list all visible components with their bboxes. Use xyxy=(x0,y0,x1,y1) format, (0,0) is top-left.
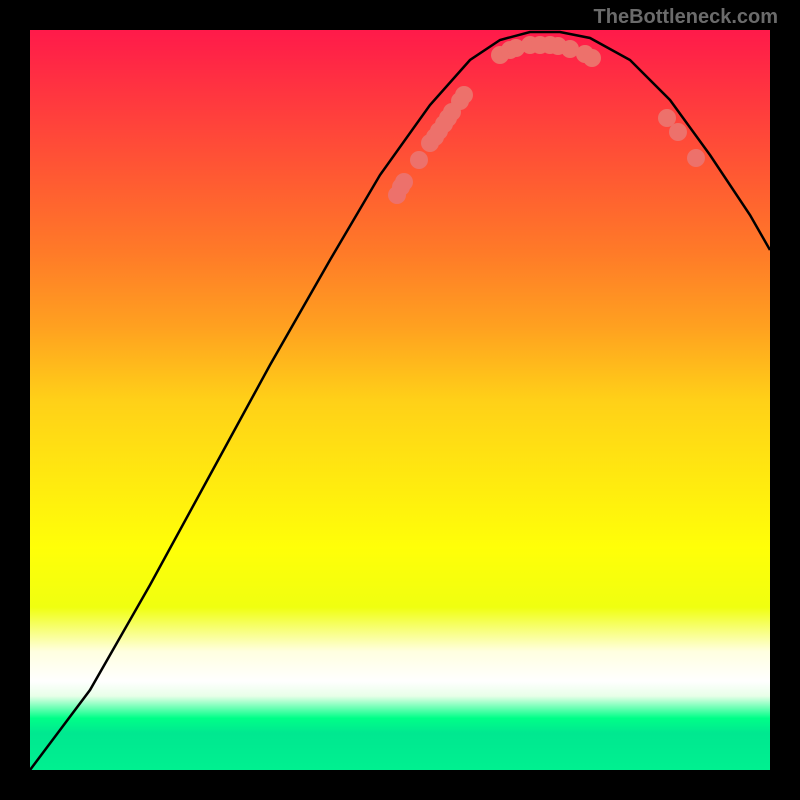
data-dot xyxy=(658,109,676,127)
data-dot xyxy=(455,86,473,104)
data-dot xyxy=(687,149,705,167)
chart-svg xyxy=(30,30,770,770)
data-dot xyxy=(410,151,428,169)
data-dot xyxy=(395,173,413,191)
data-dots-valley xyxy=(491,36,601,67)
bottleneck-curve xyxy=(30,32,770,770)
data-dot xyxy=(583,49,601,67)
plot-area xyxy=(30,30,770,770)
watermark-text: TheBottleneck.com xyxy=(594,6,778,29)
data-dot xyxy=(669,123,687,141)
